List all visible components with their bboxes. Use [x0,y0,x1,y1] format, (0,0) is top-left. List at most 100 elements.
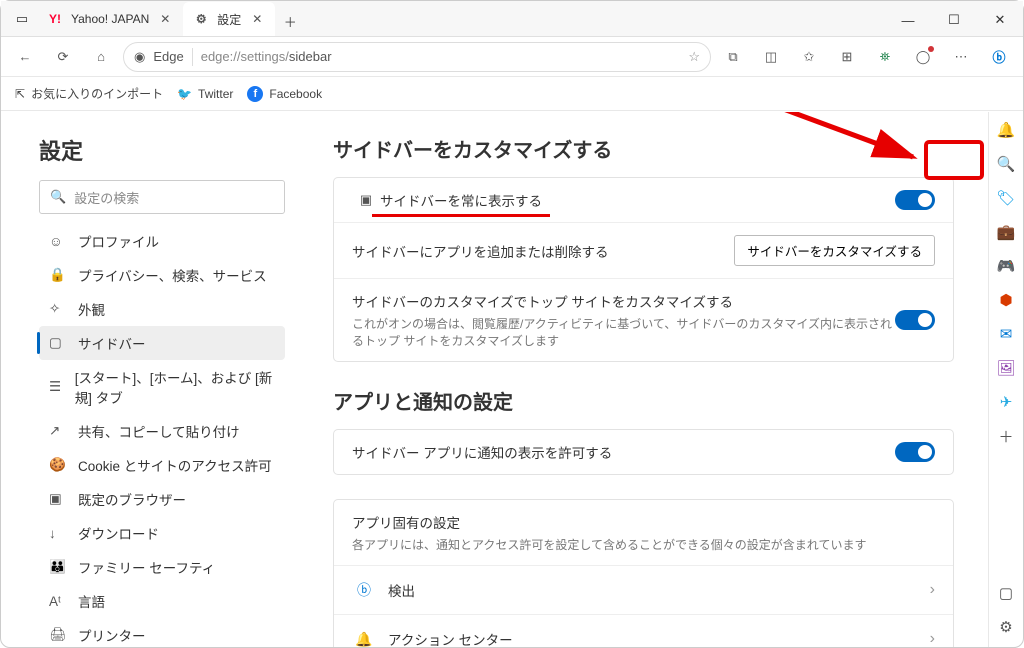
sidebar-item-2[interactable]: ✧外観 [39,292,285,326]
more-button[interactable]: ⋯ [945,41,977,73]
chevron-right-icon: › [930,630,935,647]
sidebar-item-6[interactable]: 🍪 Cookie とサイトのアクセス許可 [39,448,285,482]
app-icon: 🔔 [352,627,376,647]
facebook-icon: f [247,86,263,102]
customize-sidebar-button[interactable]: サイドバーをカスタマイズする [734,235,935,266]
collections-button[interactable]: ⊞ [831,41,863,73]
shopping-button[interactable]: ⛯ [869,41,901,73]
star-icon[interactable]: ☆ [688,49,700,65]
toolbar: ← ⟳ ⌂ ◉ Edge edge://settings/sidebar ☆ ⧉… [1,37,1023,77]
page-title: 設定 [39,134,285,166]
nav-label: Cookie とサイトのアクセス許可 [78,455,272,475]
row-customize-top-sites: サイドバーのカスタマイズでトップ サイトをカスタマイズする これがオンの場合は、… [334,279,953,361]
sidebar-office-icon[interactable]: ⬢ [996,290,1016,310]
nav-icon: 🍪 [49,457,67,473]
sidebar-outlook-icon[interactable]: ✉ [996,324,1016,344]
toggle-customize-top-sites[interactable] [895,310,935,330]
nav-icon: ▢ [49,335,67,351]
sidebar-briefcase-icon[interactable]: 💼 [996,222,1016,242]
close-icon[interactable]: ✕ [249,12,265,26]
sidebar-settings-icon[interactable]: ⚙ [996,617,1016,637]
sidebar-hide-icon[interactable]: ▢ [996,583,1016,603]
close-icon[interactable]: ✕ [157,12,173,26]
dock-icon: ▣ [352,192,380,208]
back-button[interactable]: ← [9,41,41,73]
sidebar-item-7[interactable]: ▣既定のブラウザー [39,482,285,516]
nav-label: プリンター [78,625,146,645]
sidebar-item-5[interactable]: ↗共有、コピーして貼り付け [39,414,285,448]
sidebar-item-9[interactable]: 👪ファミリー セーフティ [39,550,285,584]
nav-icon: ↓ [49,526,67,541]
nav-label: 外観 [78,299,105,319]
toggle-always-show-sidebar[interactable] [895,190,935,210]
app-row-0[interactable]: ⓑ 検出› [334,566,953,615]
home-button[interactable]: ⌂ [85,41,117,73]
app-icon: ⓑ [352,578,376,602]
app-row-1[interactable]: 🔔 アクション センター› [334,615,953,647]
bing-chat-button[interactable]: ⓑ [983,41,1015,73]
nav-label: プロファイル [78,231,159,251]
row-title: アプリ固有の設定 [352,512,460,532]
settings-content: サイドバーをカスタマイズする ▣ サイドバーを常に表示する サイドバーにアプリを… [311,112,988,647]
tab-settings[interactable]: ⚙ 設定 ✕ [183,2,275,36]
close-window-button[interactable]: ✕ [977,4,1023,36]
gear-icon: ⚙ [193,11,209,27]
fav-facebook[interactable]: fFacebook [247,86,322,102]
tab-yahoo[interactable]: Y! Yahoo! JAPAN ✕ [37,2,183,36]
tab-actions-icon[interactable]: ▭ [7,2,37,36]
profile-button[interactable]: ◯ [907,41,939,73]
toggle-allow-notifications[interactable] [895,442,935,462]
minimize-button[interactable]: — [885,4,931,36]
sidebar-search-icon[interactable]: 🔍 [996,154,1016,174]
new-tab-button[interactable]: ＋ [275,6,305,36]
nav-icon: ☺ [49,234,67,249]
app-label: アクション センター [388,629,930,647]
sidebar-item-3[interactable]: ▢ サイドバー [39,326,285,360]
nav-icon: 🖨 [49,627,67,643]
sidebar-item-0[interactable]: ☺ プロファイル [39,224,285,258]
favorites-bar: ⇱お気に入りのインポート 🐦Twitter fFacebook [1,77,1023,111]
row-add-remove-apps: サイドバーにアプリを追加または削除する サイドバーをカスタマイズする [334,223,953,279]
sidebar-item-10[interactable]: Aᵗ言語 [39,584,285,618]
app-label: 検出 [388,580,930,600]
sidebar-add-button[interactable]: ＋ [996,426,1016,446]
import-icon: ⇱ [15,87,25,101]
fav-twitter[interactable]: 🐦Twitter [177,87,233,101]
sidebar-games-icon[interactable]: 🎮 [996,256,1016,276]
sidebar-shopping-icon[interactable]: 🏷 [996,188,1016,208]
extensions-button[interactable]: ⧉ [717,41,749,73]
favicon-yahoo: Y! [47,11,63,27]
sidebar-item-8[interactable]: ↓ダウンロード [39,516,285,550]
split-button[interactable]: ◫ [755,41,787,73]
edge-logo-icon: ◉ [134,49,145,65]
nav-label: 既定のブラウザー [78,489,186,509]
edge-sidebar: 🔔 🔍 🏷 💼 🎮 ⬢ ✉ 🖼 ✈ ＋ ▢ ⚙ [988,112,1023,647]
favorites-button[interactable]: ✩ [793,41,825,73]
address-bar[interactable]: ◉ Edge edge://settings/sidebar ☆ [123,42,711,72]
sidebar-item-4[interactable]: ☰[スタート]、[ホーム]、および [新規] タブ [39,360,285,414]
sidebar-send-icon[interactable]: ✈ [996,392,1016,412]
twitter-icon: 🐦 [177,87,192,101]
tab-title: 設定 [217,11,241,28]
nav-label: サイドバー [78,333,146,353]
row-always-show-sidebar: ▣ サイドバーを常に表示する [334,178,953,223]
chevron-right-icon: › [930,581,935,599]
sidebar-item-1[interactable]: 🔒 プライバシー、検索、サービス [39,258,285,292]
section2-title: アプリと通知の設定 [333,386,954,415]
row-title: サイドバーにアプリを追加または削除する [352,241,734,261]
window-title-bar: ▭ Y! Yahoo! JAPAN ✕ ⚙ 設定 ✕ ＋ — ☐ ✕ [1,1,1023,37]
row-title: サイドバーを常に表示する [380,194,542,209]
maximize-button[interactable]: ☐ [931,4,977,36]
sidebar-bell-icon[interactable]: 🔔 [996,120,1016,140]
settings-search-input[interactable]: 🔍 設定の検索 [39,180,285,214]
fav-import[interactable]: ⇱お気に入りのインポート [15,85,163,102]
nav-icon: 🔒 [49,267,67,283]
tab-title: Yahoo! JAPAN [71,12,149,26]
nav-label: プライバシー、検索、サービス [78,265,267,285]
sidebar-item-11[interactable]: 🖨 プリンター [39,618,285,647]
sidebar-drop-icon[interactable]: 🖼 [996,358,1016,378]
row-title: サイドバー アプリに通知の表示を許可する [352,442,895,462]
settings-page: 設定 🔍 設定の検索 ☺ プロファイル 🔒 プライバシー、検索、サービス ✧外観 ▢ サイド… [1,112,988,647]
refresh-button[interactable]: ⟳ [47,41,79,73]
section1-title: サイドバーをカスタマイズする [333,134,954,163]
